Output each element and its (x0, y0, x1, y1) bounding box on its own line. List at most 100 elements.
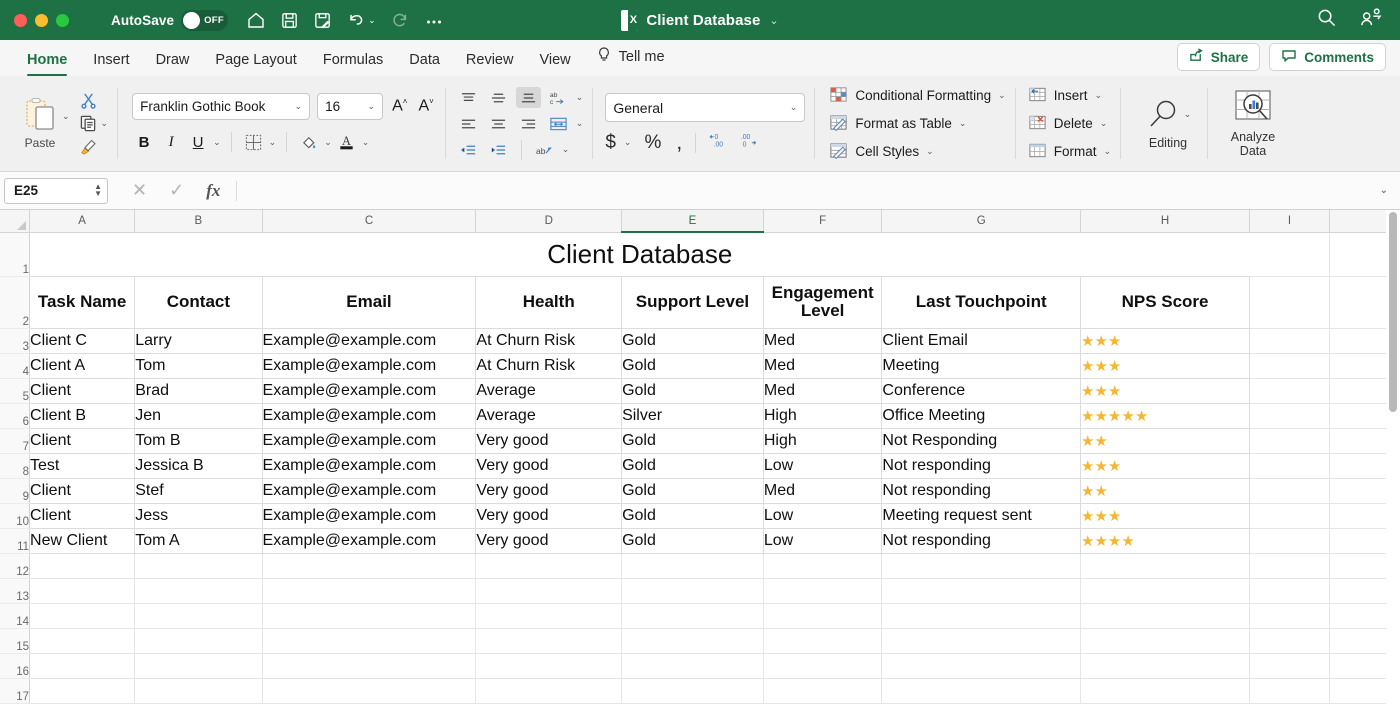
tab-formulas[interactable]: Formulas (310, 52, 396, 76)
data-cell[interactable]: Not responding (882, 478, 1081, 503)
data-cell[interactable]: Med (763, 353, 882, 378)
empty-cell[interactable] (135, 678, 262, 703)
row-header-17[interactable]: 17 (0, 678, 30, 703)
sheet-title-cell[interactable]: Client Database (30, 232, 1250, 276)
empty-cell[interactable] (1250, 653, 1330, 678)
format-as-table-button[interactable]: Format as Table ⌄ (829, 113, 1005, 135)
empty-cell[interactable] (262, 678, 476, 703)
data-cell[interactable]: Example@example.com (262, 353, 476, 378)
empty-cell[interactable] (476, 653, 622, 678)
data-cell[interactable]: Gold (622, 528, 764, 553)
data-cell[interactable]: Gold (622, 328, 764, 353)
empty-cell[interactable] (1250, 528, 1330, 553)
column-label-cell[interactable]: NPS Score (1081, 276, 1250, 328)
underline-chevron-down-icon[interactable]: ⌄ (213, 138, 221, 147)
empty-cell[interactable] (1250, 276, 1330, 328)
data-cell[interactable]: Med (763, 328, 882, 353)
empty-cell[interactable] (30, 628, 135, 653)
column-label-cell[interactable]: Task Name (30, 276, 135, 328)
row-header-12[interactable]: 12 (0, 553, 30, 578)
row-header-13[interactable]: 13 (0, 578, 30, 603)
empty-cell[interactable] (882, 578, 1081, 603)
tab-draw[interactable]: Draw (143, 52, 203, 76)
empty-cell[interactable] (1081, 578, 1250, 603)
empty-cell[interactable] (135, 653, 262, 678)
delete-cells-button[interactable]: Delete ⌄ (1028, 113, 1111, 135)
data-cell[interactable]: Client C (30, 328, 135, 353)
row-header-14[interactable]: 14 (0, 603, 30, 628)
row-header-4[interactable]: 4 (0, 353, 30, 378)
empty-cell[interactable] (622, 603, 764, 628)
column-header-h[interactable]: H (1081, 210, 1250, 232)
insert-cells-chevron-down-icon[interactable]: ⌄ (1094, 91, 1102, 100)
data-cell[interactable]: Client (30, 503, 135, 528)
data-cell[interactable]: Client (30, 478, 135, 503)
empty-cell[interactable] (1250, 578, 1330, 603)
format-painter-button[interactable] (79, 137, 98, 156)
empty-cell[interactable] (763, 553, 882, 578)
more-icon[interactable] (424, 10, 444, 30)
nps-score-cell[interactable]: ★★★ (1081, 453, 1250, 478)
data-cell[interactable]: Very good (476, 453, 622, 478)
empty-cell[interactable] (30, 603, 135, 628)
format-cells-button[interactable]: Format ⌄ (1028, 141, 1111, 163)
nps-score-cell[interactable]: ★★★ (1081, 328, 1250, 353)
empty-cell[interactable] (1250, 428, 1330, 453)
table-row[interactable]: 3Client CLarryExample@example.comAt Chur… (0, 328, 1400, 353)
data-cell[interactable]: Very good (476, 503, 622, 528)
align-right-button[interactable] (516, 113, 541, 134)
underline-button[interactable]: U (186, 130, 210, 154)
decrease-font-size-button[interactable]: A˅ (416, 97, 435, 115)
search-icon[interactable] (1316, 7, 1337, 33)
home-icon[interactable] (246, 10, 266, 30)
undo-chevron-down-icon[interactable]: ⌄ (368, 16, 376, 25)
italic-button[interactable]: I (159, 130, 183, 154)
align-left-button[interactable] (456, 113, 481, 134)
data-cell[interactable]: Example@example.com (262, 403, 476, 428)
comments-button[interactable]: Comments (1269, 43, 1386, 71)
empty-cell[interactable] (622, 578, 764, 603)
empty-cell[interactable] (135, 553, 262, 578)
data-cell[interactable]: Larry (135, 328, 262, 353)
cancel-formula-button[interactable]: ✕ (132, 180, 147, 201)
bold-button[interactable]: B (132, 130, 156, 154)
data-cell[interactable]: Test (30, 453, 135, 478)
font-family-select[interactable]: Franklin Gothic Book ⌄ (132, 93, 310, 120)
conditional-formatting-chevron-down-icon[interactable]: ⌄ (998, 91, 1006, 100)
row-header-6[interactable]: 6 (0, 403, 30, 428)
fill-color-chevron-down-icon[interactable]: ⌄ (324, 138, 332, 147)
number-format-buttons[interactable]: $ ⌄ % , 0.00 .000 (605, 131, 805, 154)
table-row[interactable]: 6Client BJenExample@example.comAverageSi… (0, 403, 1400, 428)
data-cell[interactable]: Low (763, 528, 882, 553)
number-format-chevron-down-icon[interactable]: ⌄ (790, 103, 798, 112)
empty-cell[interactable] (1250, 328, 1330, 353)
empty-cell[interactable] (476, 628, 622, 653)
empty-cell[interactable] (1250, 553, 1330, 578)
empty-cell[interactable] (1250, 603, 1330, 628)
tell-me-button[interactable]: Tell me (584, 46, 677, 76)
data-cell[interactable]: Gold (622, 503, 764, 528)
nps-score-cell[interactable]: ★★ (1081, 478, 1250, 503)
data-cell[interactable]: At Churn Risk (476, 328, 622, 353)
empty-cell[interactable] (622, 653, 764, 678)
empty-cell[interactable] (622, 628, 764, 653)
data-cell[interactable]: Very good (476, 478, 622, 503)
paste-button[interactable]: Paste (14, 97, 66, 150)
vertical-scrollbar-thumb[interactable] (1389, 212, 1397, 412)
font-family-chevron-down-icon[interactable]: ⌄ (295, 102, 303, 111)
table-row[interactable]: 5ClientBradExample@example.comAverageGol… (0, 378, 1400, 403)
data-cell[interactable]: Very good (476, 428, 622, 453)
column-header-a[interactable]: A (30, 210, 135, 232)
orientation-chevron-down-icon[interactable]: ⌄ (562, 145, 570, 154)
copy-chevron-down-icon[interactable]: ⌄ (101, 119, 109, 128)
column-header-f[interactable]: F (763, 210, 882, 232)
currency-format-button[interactable]: $ (605, 132, 616, 154)
empty-cell[interactable] (882, 678, 1081, 703)
empty-cell[interactable] (1250, 232, 1330, 276)
empty-cell[interactable] (135, 578, 262, 603)
document-title-chevron-down-icon[interactable]: ⌄ (769, 14, 778, 27)
insert-cells-button[interactable]: Insert ⌄ (1028, 85, 1111, 107)
row-header-5[interactable]: 5 (0, 378, 30, 403)
empty-cell[interactable] (1250, 453, 1330, 478)
empty-cell[interactable] (30, 653, 135, 678)
